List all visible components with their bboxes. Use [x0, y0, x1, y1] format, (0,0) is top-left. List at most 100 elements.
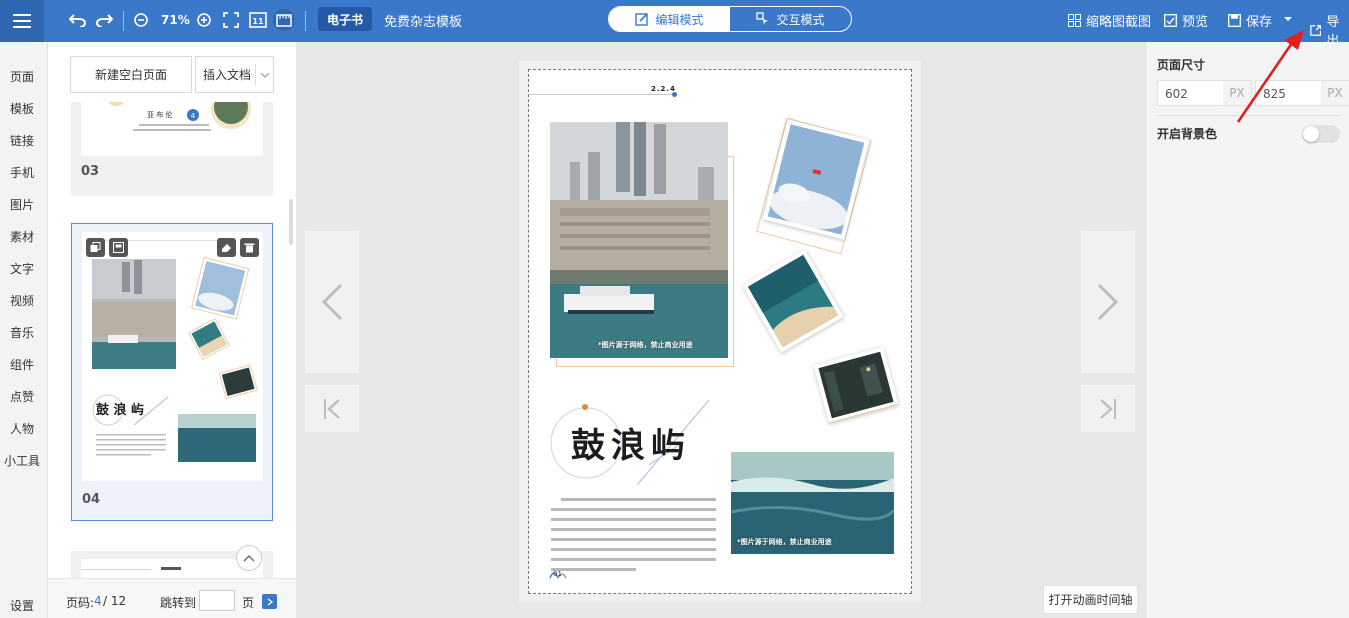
nav-item-settings[interactable]: 设置	[0, 597, 44, 614]
city-harbor-photo[interactable]: *图片源于网络，禁止商业用途	[550, 122, 728, 358]
interactive-mode-tab[interactable]: 交互模式	[730, 7, 851, 31]
bg-color-toggle[interactable]	[1302, 125, 1340, 143]
copy-page-icon[interactable]	[86, 238, 105, 257]
image-caption: *图片源于网络，禁止商业用途	[737, 538, 832, 546]
last-page-icon	[1100, 398, 1116, 419]
page-thumbnail-04[interactable]: 鼓 浪 屿 04	[71, 223, 273, 521]
save-dropdown-icon[interactable]	[1283, 13, 1293, 27]
ocean-wave-photo[interactable]: *图片源于网络，禁止商业用途	[731, 452, 894, 554]
beach-photo[interactable]	[742, 249, 844, 353]
preview-icon	[1164, 14, 1177, 27]
jump-page-input[interactable]	[199, 590, 235, 611]
preview-button[interactable]: 预览	[1164, 11, 1208, 30]
jump-label: 跳转到	[160, 596, 197, 610]
save-as-template-icon[interactable]	[109, 238, 128, 257]
page-title[interactable]: 鼓浪屿	[571, 418, 691, 467]
page-width-value: 602	[1165, 87, 1188, 101]
nav-item-people[interactable]: 人物	[0, 420, 44, 437]
eraser-icon[interactable]	[217, 238, 236, 257]
zoom-in-icon[interactable]	[193, 9, 215, 31]
edit-mode-label: 编辑模式	[655, 12, 704, 27]
svg-text:亚 布 伦: 亚 布 伦	[147, 110, 172, 119]
nav-item-music[interactable]: 音乐	[0, 324, 44, 341]
insert-document-button[interactable]: 插入文档	[195, 56, 274, 93]
nav-item-text[interactable]: 文字	[0, 260, 44, 277]
sky-photo[interactable]	[762, 119, 870, 240]
zoom-level: 71%	[161, 13, 190, 27]
pager-total: / 12	[103, 594, 127, 608]
toolbar-divider	[305, 11, 306, 31]
pager-label: 页码:	[66, 596, 95, 610]
nav-item-components[interactable]: 组件	[0, 356, 44, 373]
page-panel: 新建空白页面 插入文档 亚 布 伦 4 03 鼓 浪 屿 04 页码: 4 / …	[48, 42, 296, 618]
fullscreen-icon[interactable]	[220, 9, 242, 31]
svg-text:鼓 浪 屿: 鼓 浪 屿	[96, 402, 144, 418]
bg-color-label: 开启背景色	[1157, 127, 1218, 141]
nav-item-mobile[interactable]: 手机	[0, 164, 44, 181]
nav-item-assets[interactable]: 素材	[0, 228, 44, 245]
header-line	[529, 94, 675, 95]
properties-panel: 页面尺寸 602 PX 825 PX 开启背景色	[1145, 42, 1349, 618]
last-page-button[interactable]	[1081, 385, 1135, 432]
screenshot-icon	[1068, 14, 1081, 27]
thumb-clip-03: 亚 布 伦 4 03	[48, 102, 296, 222]
thumbnail-preview: 亚 布 伦 4	[81, 102, 263, 156]
svg-text:4: 4	[191, 112, 196, 120]
chevron-down-icon[interactable]	[255, 64, 273, 86]
chevron-right-icon	[267, 597, 273, 606]
nav-item-images[interactable]: 图片	[0, 196, 44, 213]
menu-icon[interactable]	[0, 0, 44, 42]
page-size-label: 页面尺寸	[1157, 58, 1206, 72]
first-page-icon	[324, 398, 340, 419]
nav-item-video[interactable]: 视频	[0, 292, 44, 309]
ruler-icon[interactable]	[273, 9, 295, 31]
nav-item-likes[interactable]: 点赞	[0, 388, 44, 405]
animation-timeline-button[interactable]: 打开动画时间轴	[1043, 585, 1138, 614]
pager: 页码: 4 / 12 跳转到 页	[48, 578, 296, 618]
chevron-left-icon	[321, 283, 343, 321]
footer-number: 01	[553, 570, 562, 578]
next-page-button[interactable]	[1081, 231, 1135, 373]
mode-toggle: 编辑模式 交互模式	[608, 6, 852, 32]
page-thumbnail-03[interactable]: 亚 布 伦 4 03	[71, 102, 273, 196]
interactive-icon	[756, 12, 769, 25]
go-button[interactable]	[262, 594, 277, 609]
image-caption: *图片源于网络，禁止商业用途	[598, 341, 693, 349]
chevron-right-icon	[1097, 283, 1119, 321]
scroll-to-top-icon[interactable]	[236, 545, 262, 571]
night-street-photo[interactable]	[813, 346, 899, 424]
preview-label: 预览	[1182, 15, 1209, 30]
panel-scrollbar[interactable]	[289, 199, 293, 245]
prev-page-button[interactable]	[305, 231, 359, 373]
thumbnail-screenshot-button[interactable]: 缩略图截图	[1068, 11, 1151, 30]
toggle-knob	[1303, 126, 1319, 142]
thumbnail-number: 04	[82, 492, 101, 507]
svg-text:11: 11	[252, 17, 264, 26]
thumbnail-preview: 鼓 浪 屿	[82, 232, 263, 481]
undo-icon[interactable]	[67, 9, 89, 31]
annotation-arrow	[1236, 30, 1304, 123]
first-page-button[interactable]	[305, 385, 359, 432]
new-blank-page-button[interactable]: 新建空白页面	[70, 56, 192, 93]
nav-item-pages[interactable]: 页面	[0, 68, 44, 85]
thumbnail-number: 03	[81, 164, 100, 179]
interactive-mode-label: 交互模式	[776, 12, 825, 27]
ebook-badge[interactable]: 电子书	[318, 7, 372, 31]
magazine-page: 2.2.4 *图片源于网络，禁止商业用途 鼓浪屿 *图片源于网络，禁止商业用途 …	[528, 69, 912, 594]
nav-item-templates[interactable]: 模板	[0, 100, 44, 117]
nav-item-tools[interactable]: 小工具	[0, 452, 44, 469]
template-title[interactable]: 免费杂志模板	[384, 11, 462, 30]
zoom-out-icon[interactable]	[130, 9, 152, 31]
page-unit-label: 页	[242, 596, 255, 610]
actual-size-icon[interactable]: 11	[247, 9, 269, 31]
insert-document-label: 插入文档	[203, 68, 252, 82]
edit-icon	[635, 13, 649, 26]
redo-icon[interactable]	[93, 9, 115, 31]
nav-item-links[interactable]: 链接	[0, 132, 44, 149]
edit-mode-tab[interactable]: 编辑模式	[609, 7, 730, 31]
delete-page-icon[interactable]	[240, 238, 259, 257]
unit-label: PX	[1321, 81, 1349, 105]
top-toolbar: 71% 11 电子书 免费杂志模板 编辑模式 交互模式 缩略图截图 预览 保存	[0, 0, 1349, 49]
toolbar-divider	[123, 11, 124, 31]
save-icon	[1228, 14, 1241, 27]
